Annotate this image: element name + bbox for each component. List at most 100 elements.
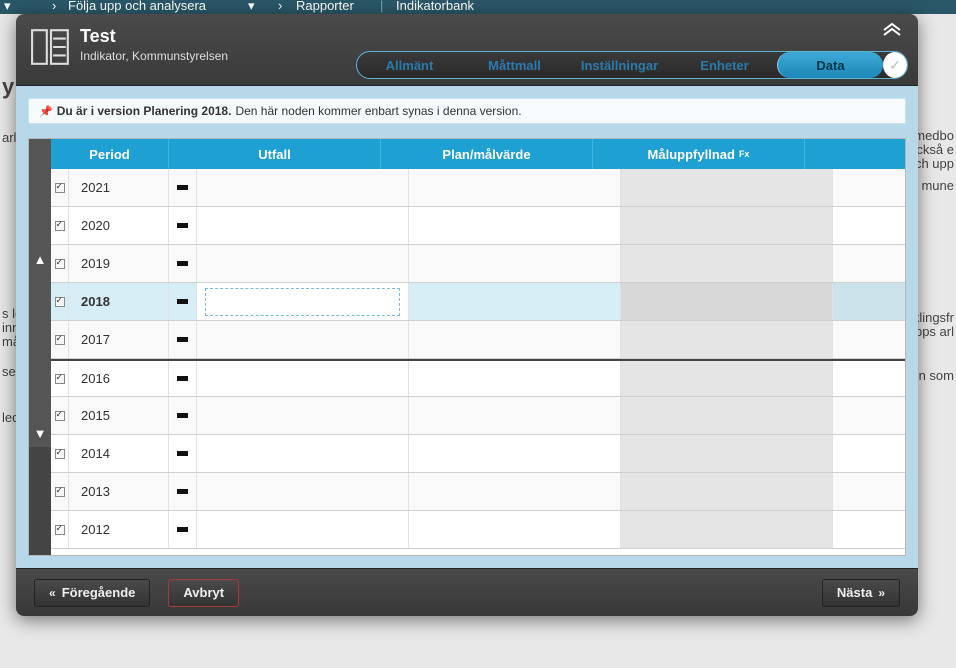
pin-icon: 📌	[39, 105, 53, 118]
maluppfyllnad-cell	[621, 321, 833, 358]
row-checkbox[interactable]	[55, 335, 65, 345]
end-cell	[833, 245, 905, 282]
breadcrumb-chevron: ›	[52, 0, 56, 13]
collapse-icon[interactable]	[882, 22, 902, 39]
plan-cell[interactable]	[409, 207, 621, 244]
period-cell: 2015	[69, 397, 169, 434]
row-checkbox[interactable]	[55, 449, 65, 459]
table-row[interactable]: 2018	[51, 283, 905, 321]
table-row[interactable]: 2013	[51, 473, 905, 511]
row-checkbox[interactable]	[55, 297, 65, 307]
tab-data[interactable]: Data	[777, 52, 883, 78]
plan-cell[interactable]	[409, 361, 621, 396]
tab-installningar[interactable]: Inställningar	[567, 58, 672, 73]
expand-cell[interactable]	[169, 207, 197, 244]
dialog-body: 📌 Du är i version Planering 2018. Den hä…	[16, 86, 918, 568]
tab-mattmall[interactable]: Måttmall	[462, 58, 567, 73]
next-button[interactable]: Nästa »	[822, 579, 900, 607]
maluppfyllnad-cell	[621, 207, 833, 244]
prev-button[interactable]: « Föregående	[34, 579, 150, 607]
period-cell: 2016	[69, 361, 169, 396]
expand-cell[interactable]	[169, 473, 197, 510]
table-row[interactable]: 2017	[51, 321, 905, 359]
table-row[interactable]: 2016	[51, 359, 905, 397]
end-cell	[833, 169, 905, 206]
period-cell: 2021	[69, 169, 169, 206]
utfall-cell[interactable]	[197, 283, 409, 320]
table-row[interactable]: 2021	[51, 169, 905, 207]
utfall-cell[interactable]	[197, 169, 409, 206]
tab-enheter[interactable]: Enheter	[672, 58, 777, 73]
cancel-button[interactable]: Avbryt	[168, 579, 239, 607]
expand-cell[interactable]	[169, 361, 197, 396]
row-checkbox-cell	[51, 473, 69, 510]
period-cell: 2017	[69, 321, 169, 358]
tab-allmant[interactable]: Allmänt	[357, 58, 462, 73]
chevron-right-icon: »	[878, 586, 885, 600]
maluppfyllnad-cell	[621, 361, 833, 396]
plan-cell[interactable]	[409, 283, 621, 320]
bg-text: mune	[921, 178, 954, 193]
scroll-down-button[interactable]: ▼	[29, 419, 51, 447]
utfall-cell[interactable]	[197, 361, 409, 396]
utfall-cell[interactable]	[197, 207, 409, 244]
period-cell: 2014	[69, 435, 169, 472]
indicator-icon	[30, 26, 72, 68]
expand-cell[interactable]	[169, 321, 197, 358]
table-body: 2021202020192018201720162015201420132012	[51, 169, 905, 555]
utfall-cell[interactable]	[197, 245, 409, 282]
expand-cell[interactable]	[169, 435, 197, 472]
end-cell	[833, 397, 905, 434]
utfall-input[interactable]	[205, 288, 400, 316]
utfall-cell[interactable]	[197, 511, 409, 548]
utfall-cell[interactable]	[197, 397, 409, 434]
col-plan: Plan/målvärde	[381, 139, 593, 169]
version-rest: Den här noden kommer enbart synas i denn…	[235, 104, 521, 118]
expand-cell[interactable]	[169, 245, 197, 282]
breadcrumb-item[interactable]: Indikatorbank	[396, 0, 474, 13]
period-cell: 2019	[69, 245, 169, 282]
row-checkbox[interactable]	[55, 259, 65, 269]
scroll-column: ▲ ▼	[29, 139, 51, 555]
table-row[interactable]: 2014	[51, 435, 905, 473]
utfall-cell[interactable]	[197, 473, 409, 510]
row-checkbox[interactable]	[55, 221, 65, 231]
plan-cell[interactable]	[409, 321, 621, 358]
breadcrumb-item[interactable]: Följa upp och analysera	[68, 0, 206, 13]
row-checkbox[interactable]	[55, 487, 65, 497]
bg-text: y	[2, 74, 14, 100]
row-checkbox[interactable]	[55, 183, 65, 193]
breadcrumb-item[interactable]: Rapporter	[296, 0, 354, 13]
maluppfyllnad-cell	[621, 473, 833, 510]
collapse-icon	[177, 337, 188, 342]
table-row[interactable]: 2019	[51, 245, 905, 283]
row-checkbox[interactable]	[55, 525, 65, 535]
plan-cell[interactable]	[409, 245, 621, 282]
utfall-cell[interactable]	[197, 435, 409, 472]
plan-cell[interactable]	[409, 169, 621, 206]
plan-cell[interactable]	[409, 435, 621, 472]
end-cell	[833, 207, 905, 244]
collapse-icon	[177, 299, 188, 304]
plan-cell[interactable]	[409, 397, 621, 434]
table-row[interactable]: 2012	[51, 511, 905, 549]
bg-text: se	[2, 364, 16, 379]
dialog-subtitle: Indikator, Kommunstyrelsen	[80, 49, 228, 63]
end-cell	[833, 473, 905, 510]
expand-cell[interactable]	[169, 397, 197, 434]
collapse-icon	[177, 185, 188, 190]
dialog-title: Test	[80, 26, 228, 47]
row-checkbox[interactable]	[55, 411, 65, 421]
table-row[interactable]: 2020	[51, 207, 905, 245]
row-checkbox-cell	[51, 397, 69, 434]
scroll-up-button[interactable]: ▲	[29, 245, 51, 273]
table-row[interactable]: 2015	[51, 397, 905, 435]
expand-cell[interactable]	[169, 283, 197, 320]
expand-cell[interactable]	[169, 511, 197, 548]
row-checkbox-cell	[51, 435, 69, 472]
expand-cell[interactable]	[169, 169, 197, 206]
utfall-cell[interactable]	[197, 321, 409, 358]
plan-cell[interactable]	[409, 511, 621, 548]
row-checkbox[interactable]	[55, 374, 65, 384]
plan-cell[interactable]	[409, 473, 621, 510]
